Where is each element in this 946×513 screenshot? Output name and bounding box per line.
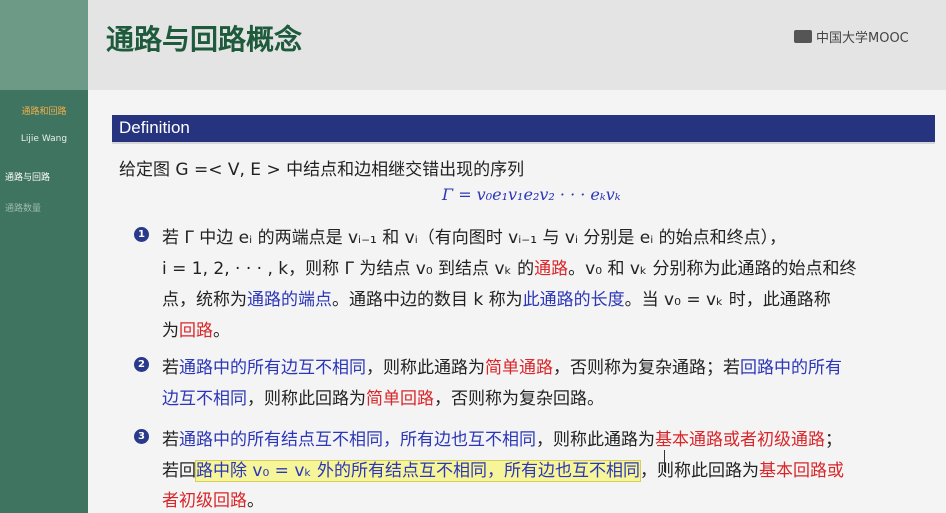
text: 。当 v₀ = vₖ 时，此通路称 — [624, 290, 831, 310]
mooc-logo: 中国大学MOOC — [794, 27, 909, 46]
text: ，否则称为复杂回路。 — [434, 389, 604, 409]
text: 。通路中边的数目 k 称为 — [332, 290, 523, 310]
definition-title: Definition — [119, 118, 190, 137]
text: 。 — [247, 491, 264, 511]
item1-line4: 为回路。 — [162, 316, 230, 341]
term: 通路中的所有边互不相同 — [179, 358, 366, 378]
text: 若 — [162, 430, 179, 450]
text: 。v₀ 和 vₖ 分别称为此通路的始点和终 — [568, 259, 857, 279]
highlighted-term: 路中除 v₀ = vₖ 外的所有结点互不相同，所有边也互不相同 — [194, 460, 642, 482]
sidebar-item-author: Lijie Wang — [20, 134, 68, 144]
text: ，否则称为复杂通路；若 — [553, 358, 740, 378]
term-endpoints: 通路的端点 — [247, 290, 332, 310]
text-cursor-icon — [664, 450, 667, 472]
item-number-1: 1 — [134, 227, 149, 242]
definition-bar — [112, 115, 935, 142]
logo-icon — [794, 30, 812, 43]
text: 为 — [162, 321, 179, 341]
item-number-2: 2 — [134, 357, 149, 372]
text: ，则称此回路为 — [640, 461, 760, 481]
term-path: 通路 — [534, 259, 569, 279]
item3-line3: 者初级回路。 — [162, 486, 264, 511]
text: ，则称此通路为 — [536, 430, 655, 450]
term-circuit: 回路 — [179, 321, 213, 341]
text: ； — [825, 430, 842, 450]
page-title: 通路与回路概念 — [106, 23, 303, 56]
term: 简单回路 — [366, 389, 434, 409]
text: 。 — [213, 321, 230, 341]
definition-shadow — [112, 142, 935, 144]
item3-line1: 若通路中的所有结点互不相同，所有边也互不相同，则称此通路为基本通路或者初级通路； — [162, 425, 842, 450]
item1-line3: 点，统称为通路的端点。通路中边的数目 k 称为此通路的长度。当 v₀ = vₖ … — [162, 285, 831, 310]
sidebar-header — [0, 0, 88, 90]
item2-line2: 边互不相同，则称此回路为简单回路，否则称为复杂回路。 — [162, 384, 604, 409]
sidebar-item-section[interactable]: 通路和回路 — [0, 104, 88, 117]
term: 回路中的所有 — [740, 358, 842, 378]
text: 若回 — [162, 461, 196, 481]
item1-line2: i = 1, 2, · · · , k，则称 Γ 为结点 v₀ 到结点 vₖ 的… — [162, 254, 857, 279]
item3-line2: 若回路中除 v₀ = vₖ 外的所有结点互不相同，所有边也互不相同，则称此回路为… — [162, 456, 845, 482]
sidebar-item-next[interactable]: 通路数量 — [5, 201, 75, 214]
text: ，则称此通路为 — [366, 358, 485, 378]
logo-text: 中国大学MOOC — [816, 31, 909, 46]
term: 通路中的所有结点互不相同，所有边也互不相同 — [179, 430, 536, 450]
sidebar-item-current[interactable]: 通路与回路 — [5, 170, 75, 183]
item-number-3: 3 — [134, 429, 149, 444]
term: 基本回路或 — [759, 461, 845, 481]
text: ，则称此回路为 — [247, 389, 366, 409]
definition-formula: Γ = v₀e₁v₁e₂v₂ · · · eₖvₖ — [442, 185, 621, 204]
term: 基本通路或者初级通路 — [655, 430, 825, 450]
definition-intro: 给定图 G =< V, E > 中结点和边相继交错出现的序列 — [119, 160, 525, 180]
text: i = 1, 2, · · · , k，则称 Γ 为结点 v₀ 到结点 vₖ 的 — [162, 259, 535, 279]
item2-line1: 若通路中的所有边互不相同，则称此通路为简单通路，否则称为复杂通路；若回路中的所有 — [162, 353, 842, 378]
term-length: 此通路的长度 — [522, 290, 625, 310]
term: 者初级回路 — [162, 491, 247, 511]
text: 若 — [162, 358, 179, 378]
term: 边互不相同 — [162, 389, 247, 409]
item1-line1: 若 Γ 中边 eᵢ 的两端点是 vᵢ₋₁ 和 vᵢ（有向图时 vᵢ₋₁ 与 vᵢ… — [162, 228, 787, 248]
term: 简单通路 — [485, 358, 553, 378]
text: 点，统称为 — [162, 290, 247, 310]
